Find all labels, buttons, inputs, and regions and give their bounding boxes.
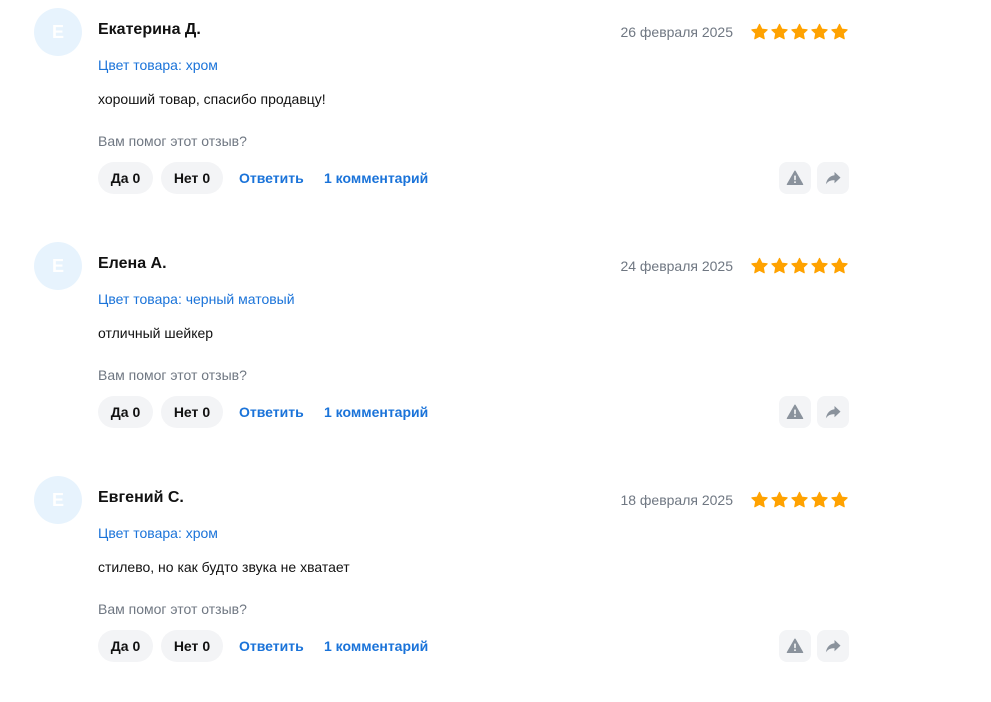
star-icon [771, 23, 788, 40]
star-icon [831, 257, 848, 274]
helpful-no-button[interactable]: Нет 0 [161, 162, 223, 194]
star-icon [751, 257, 768, 274]
star-icon [751, 23, 768, 40]
comments-link[interactable]: 1 комментарий [324, 638, 428, 654]
star-icon [771, 257, 788, 274]
helpful-question: Вам помог этот отзыв? [98, 601, 247, 617]
reply-link[interactable]: Ответить [239, 638, 304, 654]
avatar: Е [34, 476, 82, 524]
warning-triangle-icon [786, 170, 804, 186]
no-label: Нет [173, 170, 199, 186]
report-button[interactable] [779, 396, 811, 428]
avatar: Е [34, 8, 82, 56]
review-text: стилево, но как будто звука не хватает [98, 559, 350, 575]
review-card: Е Екатерина Д. 26 февраля 2025 Цвет това… [0, 0, 991, 234]
review-card: Е Евгений С. 18 февраля 2025 Цвет товара… [0, 468, 991, 702]
no-count: 0 [202, 170, 211, 186]
reply-link[interactable]: Ответить [239, 170, 304, 186]
review-author: Елена А. [98, 255, 167, 272]
warning-triangle-icon [786, 404, 804, 420]
helpful-yes-button[interactable]: Да 0 [98, 162, 153, 194]
helpful-question: Вам помог этот отзыв? [98, 133, 247, 149]
comments-link[interactable]: 1 комментарий [324, 404, 428, 420]
share-arrow-icon [825, 640, 841, 653]
share-arrow-icon [825, 406, 841, 419]
yes-count: 0 [132, 170, 141, 186]
warning-triangle-icon [786, 638, 804, 654]
rating-stars [750, 257, 849, 275]
no-count: 0 [202, 638, 211, 654]
share-button[interactable] [817, 630, 849, 662]
helpful-yes-button[interactable]: Да 0 [98, 630, 153, 662]
yes-label: Да [110, 638, 129, 654]
star-icon [791, 257, 808, 274]
product-variant: Цвет товара: черный матовый [98, 291, 295, 307]
review-date: 18 февраля 2025 [620, 492, 733, 508]
no-label: Нет [173, 404, 199, 420]
star-icon [791, 491, 808, 508]
review-date: 26 февраля 2025 [620, 24, 733, 40]
helpful-no-button[interactable]: Нет 0 [161, 630, 223, 662]
yes-label: Да [110, 404, 129, 420]
no-count: 0 [202, 404, 211, 420]
rating-stars [750, 23, 849, 41]
review-text: отличный шейкер [98, 325, 214, 341]
review-author: Екатерина Д. [98, 21, 201, 38]
star-icon [811, 491, 828, 508]
no-label: Нет [173, 638, 199, 654]
share-button[interactable] [817, 162, 849, 194]
comments-link[interactable]: 1 комментарий [324, 170, 428, 186]
product-variant: Цвет товара: хром [98, 525, 218, 541]
share-button[interactable] [817, 396, 849, 428]
report-button[interactable] [779, 162, 811, 194]
rating-stars [750, 491, 849, 509]
star-icon [831, 23, 848, 40]
star-icon [811, 23, 828, 40]
review-text: хороший товар, спасибо продавцу! [98, 91, 326, 107]
reply-link[interactable]: Ответить [239, 404, 304, 420]
review-author: Евгений С. [98, 489, 184, 506]
star-icon [791, 23, 808, 40]
helpful-yes-button[interactable]: Да 0 [98, 396, 153, 428]
yes-label: Да [110, 170, 129, 186]
star-icon [811, 257, 828, 274]
helpful-no-button[interactable]: Нет 0 [161, 396, 223, 428]
product-variant: Цвет товара: хром [98, 57, 218, 73]
avatar: Е [34, 242, 82, 290]
review-card: Е Елена А. 24 февраля 2025 Цвет товара: … [0, 234, 991, 468]
star-icon [751, 491, 768, 508]
yes-count: 0 [132, 404, 141, 420]
review-date: 24 февраля 2025 [620, 258, 733, 274]
star-icon [771, 491, 788, 508]
share-arrow-icon [825, 172, 841, 185]
yes-count: 0 [132, 638, 141, 654]
star-icon [831, 491, 848, 508]
report-button[interactable] [779, 630, 811, 662]
helpful-question: Вам помог этот отзыв? [98, 367, 247, 383]
